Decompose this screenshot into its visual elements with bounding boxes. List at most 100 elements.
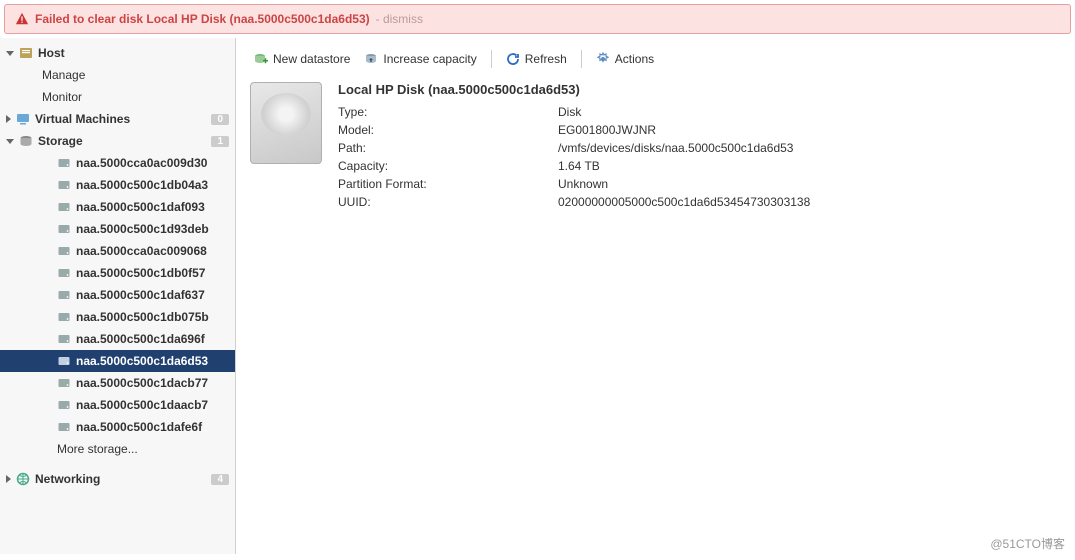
tree-networking[interactable]: Networking 4	[0, 468, 235, 490]
tree-label: naa.5000c500c1dafe6f	[76, 420, 229, 434]
tree-storage-item[interactable]: naa.5000c500c1dacb77	[0, 372, 235, 394]
disk-image-icon	[250, 82, 322, 164]
disk-icon	[57, 178, 71, 192]
tree-label: More storage...	[57, 442, 229, 456]
disk-detail: Local HP Disk (naa.5000c500c1da6d53) Typ…	[250, 82, 1061, 211]
disk-icon	[57, 398, 71, 412]
disk-icon	[57, 288, 71, 302]
tree-label: naa.5000c500c1daf093	[76, 200, 229, 214]
tree-label: Manage	[42, 68, 229, 82]
property-key: Partition Format:	[338, 177, 558, 191]
datastore-add-icon	[254, 52, 268, 66]
count-badge: 4	[211, 474, 229, 485]
tree-storage-item[interactable]: naa.5000c500c1da696f	[0, 328, 235, 350]
storage-icon	[19, 134, 33, 148]
tree-virtual-machines[interactable]: Virtual Machines 0	[0, 108, 235, 130]
property-value: EG001800JWJNR	[558, 123, 656, 137]
caret-right-icon	[6, 475, 11, 483]
tree-label: naa.5000c500c1db04a3	[76, 178, 229, 192]
disk-icon	[57, 200, 71, 214]
detail-table: Local HP Disk (naa.5000c500c1da6d53) Typ…	[338, 82, 810, 211]
caret-right-icon	[6, 115, 11, 123]
content-toolbar: New datastore Increase capacity Refresh	[250, 50, 1061, 82]
toolbar-separator	[581, 50, 582, 68]
tree-storage-item[interactable]: naa.5000c500c1d93deb	[0, 218, 235, 240]
tree-storage-item[interactable]: naa.5000cca0ac009068	[0, 240, 235, 262]
disk-icon	[57, 354, 71, 368]
alert-message: Failed to clear disk Local HP Disk (naa.…	[35, 12, 370, 26]
property-key: Path:	[338, 141, 558, 155]
tree-label: Virtual Machines	[35, 112, 206, 126]
host-icon	[19, 46, 33, 60]
disk-icon	[57, 332, 71, 346]
property-row: Path:/vmfs/devices/disks/naa.5000c500c1d…	[338, 139, 810, 157]
property-key: Capacity:	[338, 159, 558, 173]
tree-label: Monitor	[42, 90, 229, 104]
actions-button[interactable]: Actions	[592, 50, 658, 68]
tree-label: naa.5000c500c1da6d53	[76, 354, 229, 368]
alert-dismiss-link[interactable]: - dismiss	[376, 12, 423, 26]
tree-storage-item[interactable]: naa.5000c500c1daf637	[0, 284, 235, 306]
property-row: UUID:02000000005000c500c1da6d53454730303…	[338, 193, 810, 211]
tree-host-manage[interactable]: Manage	[0, 64, 235, 86]
property-rows: Type:DiskModel:EG001800JWJNRPath:/vmfs/d…	[338, 103, 810, 211]
capacity-icon	[364, 52, 378, 66]
disk-icon	[57, 420, 71, 434]
button-label: Refresh	[525, 52, 567, 66]
caret-down-icon	[6, 51, 14, 56]
tree-storage-item[interactable]: naa.5000c500c1db075b	[0, 306, 235, 328]
increase-capacity-button[interactable]: Increase capacity	[360, 50, 480, 68]
disk-icon	[57, 376, 71, 390]
tree-storage-item[interactable]: naa.5000c500c1daf093	[0, 196, 235, 218]
gear-icon	[596, 52, 610, 66]
tree-storage-item[interactable]: naa.5000c500c1dafe6f	[0, 416, 235, 438]
count-badge: 1	[211, 136, 229, 147]
button-label: New datastore	[273, 52, 350, 66]
tree-storage-item[interactable]: naa.5000c500c1da6d53	[0, 350, 235, 372]
refresh-button[interactable]: Refresh	[502, 50, 571, 68]
refresh-icon	[506, 52, 520, 66]
tree-label: Host	[38, 46, 229, 60]
property-value: 1.64 TB	[558, 159, 600, 173]
tree-label: naa.5000c500c1dacb77	[76, 376, 229, 390]
tree-label: Networking	[35, 472, 206, 486]
tree-label: naa.5000cca0ac009d30	[76, 156, 229, 170]
property-key: UUID:	[338, 195, 558, 209]
property-value: Unknown	[558, 177, 608, 191]
property-value: Disk	[558, 105, 581, 119]
button-label: Actions	[615, 52, 654, 66]
tree-label: naa.5000c500c1db075b	[76, 310, 229, 324]
toolbar-separator	[491, 50, 492, 68]
tree-label: naa.5000c500c1d93deb	[76, 222, 229, 236]
count-badge: 0	[211, 114, 229, 125]
tree-label: naa.5000cca0ac009068	[76, 244, 229, 258]
tree-host[interactable]: Host	[0, 42, 235, 64]
caret-down-icon	[6, 139, 14, 144]
property-value: 02000000005000c500c1da6d53454730303138	[558, 195, 810, 209]
tree-more-storage[interactable]: More storage...	[0, 438, 235, 460]
new-datastore-button[interactable]: New datastore	[250, 50, 354, 68]
vm-icon	[16, 112, 30, 126]
property-row: Model:EG001800JWJNR	[338, 121, 810, 139]
disk-icon	[57, 222, 71, 236]
property-key: Model:	[338, 123, 558, 137]
tree-storage-item[interactable]: naa.5000c500c1db04a3	[0, 174, 235, 196]
tree-storage-item[interactable]: naa.5000cca0ac009d30	[0, 152, 235, 174]
button-label: Increase capacity	[383, 52, 476, 66]
tree-label: naa.5000c500c1daf637	[76, 288, 229, 302]
watermark: @51CTO博客	[990, 535, 1065, 552]
disk-icon	[57, 266, 71, 280]
disk-icon	[57, 310, 71, 324]
storage-children-container: naa.5000cca0ac009d30 naa.5000c500c1db04a3…	[0, 152, 235, 438]
tree-host-monitor[interactable]: Monitor	[0, 86, 235, 108]
tree-label: Storage	[38, 134, 206, 148]
tree-label: naa.5000c500c1db0f57	[76, 266, 229, 280]
disk-title: Local HP Disk (naa.5000c500c1da6d53)	[338, 82, 810, 97]
alert-triangle-icon	[15, 12, 29, 26]
property-row: Partition Format:Unknown	[338, 175, 810, 193]
tree-storage[interactable]: Storage 1	[0, 130, 235, 152]
content-panel: New datastore Increase capacity Refresh	[236, 38, 1075, 554]
tree-storage-item[interactable]: naa.5000c500c1db0f57	[0, 262, 235, 284]
tree-storage-item[interactable]: naa.5000c500c1daacb7	[0, 394, 235, 416]
property-value: /vmfs/devices/disks/naa.5000c500c1da6d53	[558, 141, 793, 155]
